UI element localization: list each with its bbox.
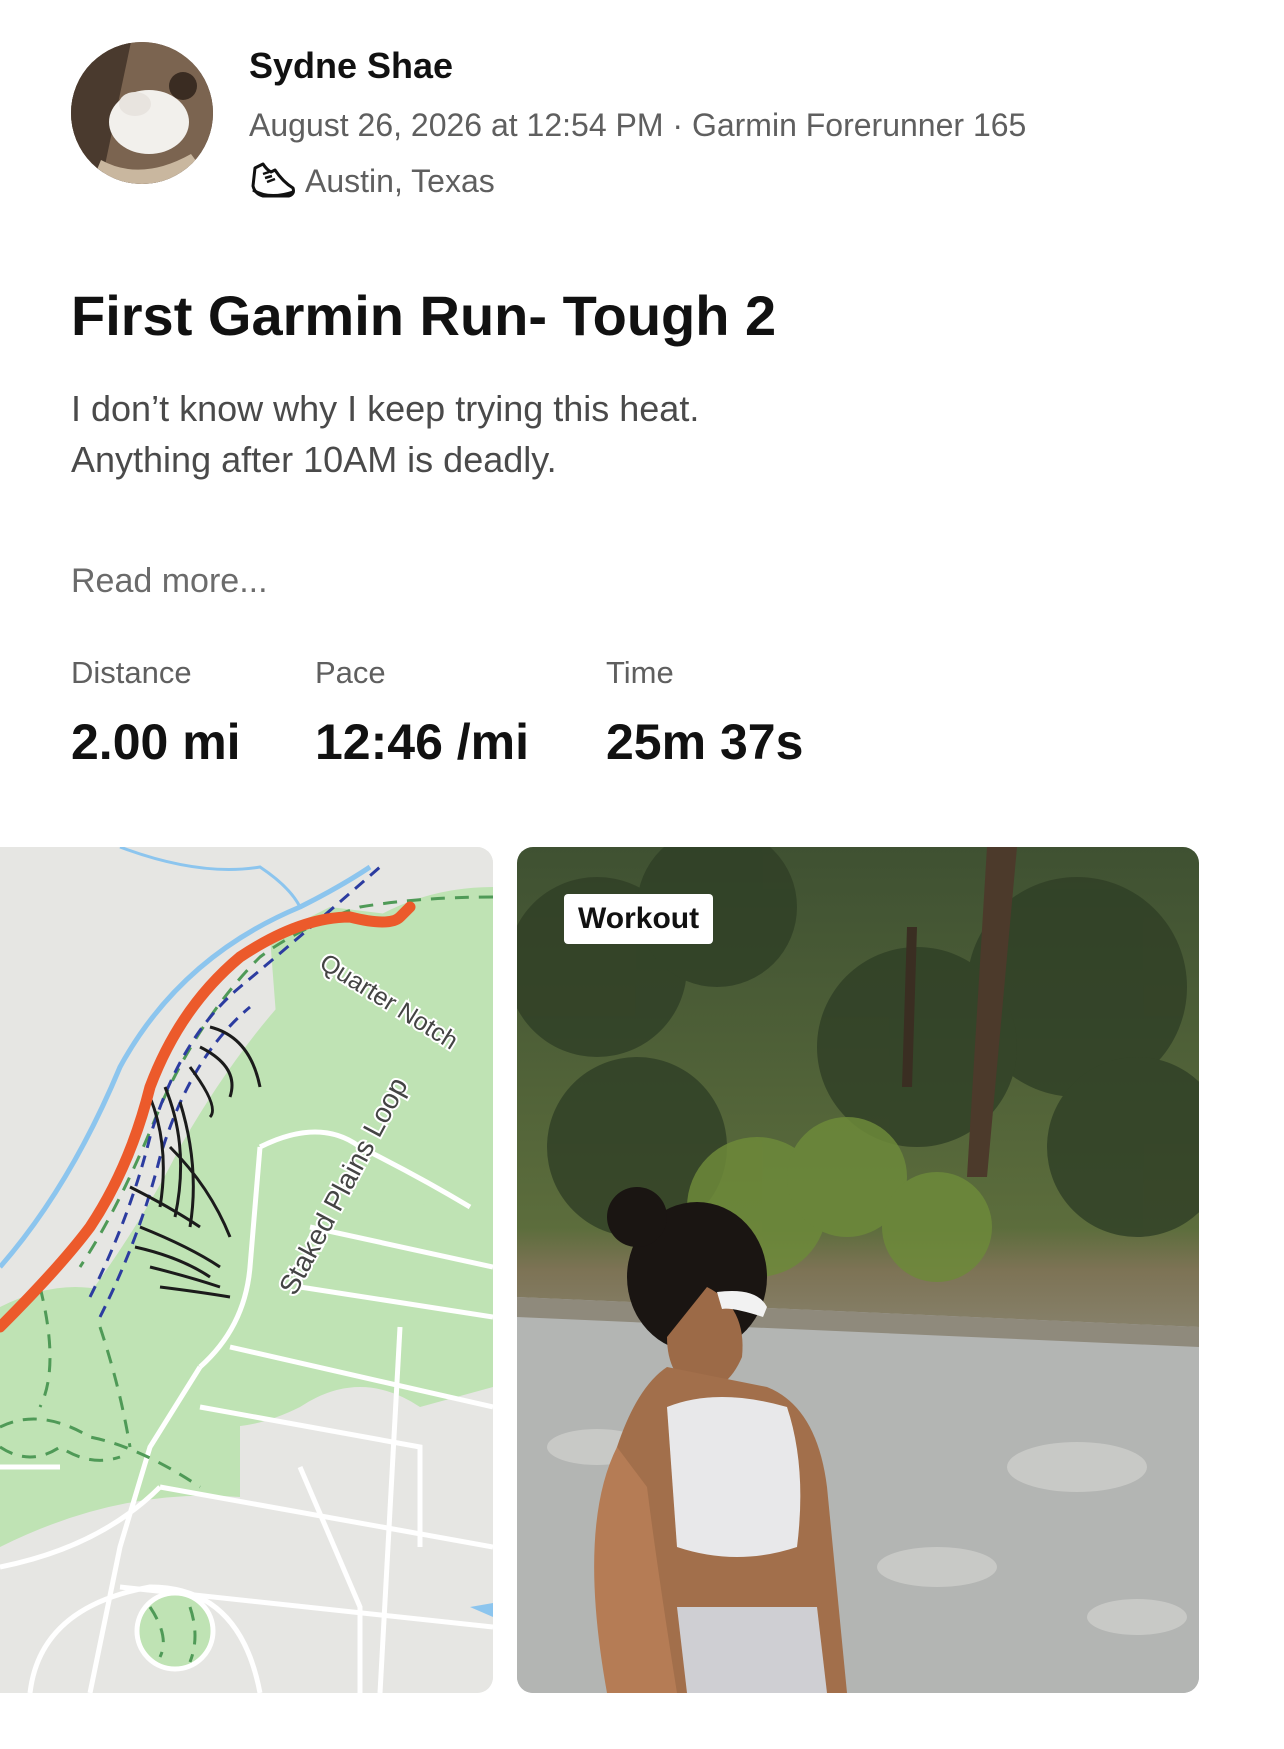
workout-photo-image	[517, 847, 1199, 1693]
stat-distance: Distance 2.00 mi	[71, 655, 241, 771]
description-line: Anything after 10AM is deadly.	[71, 439, 557, 480]
park-area	[270, 907, 493, 1212]
stat-pace: Pace 12:46 /mi	[315, 655, 529, 771]
location-row: Austin, Texas	[249, 160, 495, 202]
stat-label: Distance	[71, 655, 192, 690]
athlete-avatar[interactable]	[71, 42, 213, 184]
location-text: Austin, Texas	[305, 162, 495, 199]
athlete-name[interactable]: Sydne Shae	[249, 45, 453, 87]
stat-label: Time	[606, 655, 674, 690]
read-more-link[interactable]: Read more...	[71, 562, 268, 601]
activity-title[interactable]: First Garmin Run- Tough 2	[71, 283, 776, 348]
avatar-image	[71, 42, 213, 184]
workout-badge: Workout	[564, 894, 714, 944]
route-map[interactable]: Quarter Notch Staked Plains Loop	[0, 847, 493, 1693]
stat-value: 12:46 /mi	[315, 714, 530, 770]
stat-value: 2.00 mi	[71, 714, 241, 770]
workout-photo[interactable]: Workout	[517, 847, 1199, 1693]
stat-label: Pace	[315, 655, 386, 690]
activity-description: I don’t know why I keep trying this heat…	[71, 383, 971, 485]
activity-meta: August 26, 2026 at 12:54 PM · Garmin For…	[249, 107, 1027, 143]
stat-time: Time 25m 37s	[606, 655, 803, 771]
running-shoe-icon	[249, 160, 297, 202]
description-line: I don’t know why I keep trying this heat…	[71, 388, 700, 429]
stat-value: 25m 37s	[606, 714, 804, 770]
